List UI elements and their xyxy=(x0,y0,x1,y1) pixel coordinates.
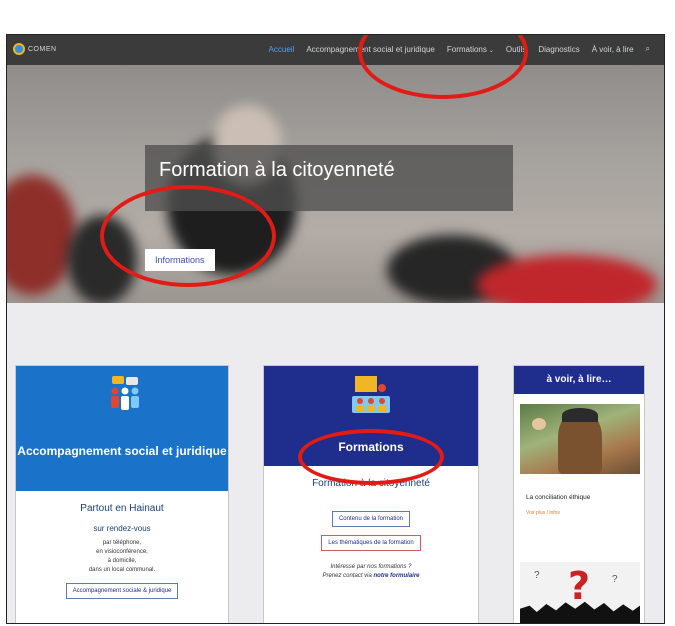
article-title[interactable]: La conciliation éthique xyxy=(526,494,590,501)
card-accompagnement-lead: sur rendez-vous xyxy=(93,524,151,533)
card-accompagnement-header: Accompagnement social et juridique xyxy=(16,366,228,491)
nav-item-a-voir-a-lire[interactable]: À voir, à lire xyxy=(592,45,634,54)
hero-photo-shadow xyxy=(67,215,137,303)
browser-page: COMEN Accueil Accompagnement social et j… xyxy=(6,34,665,624)
hero-caption-box: Formation à la citoyenneté xyxy=(145,145,513,211)
hero-photo-person-left xyxy=(7,175,77,295)
photo-cap xyxy=(562,408,598,422)
card-accompagnement-lines: par téléphone, en visioconférence, à dom… xyxy=(16,539,228,575)
contact-method: en visioconférence, xyxy=(96,549,148,555)
card-accompagnement: Accompagnement social et juridique Parto… xyxy=(15,365,229,623)
article-thumbnail[interactable] xyxy=(520,404,640,474)
logo-text: COMEN xyxy=(28,45,57,53)
card-accompagnement-subtitle: Partout en Hainaut xyxy=(80,503,164,514)
question-mark-icon: ? xyxy=(568,564,591,608)
contact-form-link[interactable]: notre formulaire xyxy=(374,573,420,579)
hero-title: Formation à la citoyenneté xyxy=(159,159,395,181)
nav-item-accueil[interactable]: Accueil xyxy=(269,45,295,54)
card-formations-body: Formation à la citoyenneté Contenu de la… xyxy=(264,466,478,581)
contact-method: à domicile, xyxy=(107,558,137,564)
thematiques-formation-button[interactable]: Les thématiques de la formation xyxy=(321,535,421,551)
article-more-link[interactable]: Voir plus / infos xyxy=(526,510,560,516)
card-accompagnement-body: Partout en Hainaut sur rendez-vous par t… xyxy=(16,491,228,599)
small-question-mark: ? xyxy=(612,574,618,585)
chevron-down-icon: ⌄ xyxy=(488,47,494,54)
hero-informations-button[interactable]: Informations xyxy=(145,249,215,271)
training-icon xyxy=(352,376,390,413)
contact-method: dans un local communal. xyxy=(88,567,156,573)
site-logo[interactable]: COMEN xyxy=(13,43,57,55)
card-formations-subtitle: Formation à la citoyenneté xyxy=(312,478,430,489)
contact-note-question: Intéressé par nos formations ? xyxy=(330,564,412,570)
contenu-formation-button[interactable]: Contenu de la formation xyxy=(331,511,411,527)
formations-contact-note: Intéressé par nos formations ? Prenez co… xyxy=(264,563,478,581)
card-formations: Formations Formation à la citoyenneté Co… xyxy=(263,365,479,623)
nav-item-diagnostics[interactable]: Diagnostics xyxy=(538,45,579,54)
hero-slider: Formation à la citoyenneté Informations xyxy=(7,65,664,303)
card-accompagnement-title: Accompagnement social et juridique xyxy=(17,444,227,458)
nav-item-accompagnement[interactable]: Accompagnement social et juridique xyxy=(306,45,435,54)
nav-item-formations-label: Formations xyxy=(446,44,487,54)
nav-item-outils[interactable]: Outils xyxy=(506,45,526,54)
contact-note-line: Prenez contact via notre formulaire xyxy=(264,572,478,581)
people-chat-icon xyxy=(111,376,139,410)
card-a-voir-a-lire: à voir, à lire… La conciliation éthique … xyxy=(513,365,645,623)
card-formations-header: Formations xyxy=(264,366,478,466)
main-menu: Accueil Accompagnement social et juridiq… xyxy=(269,44,650,54)
contact-note-text: Prenez contact via xyxy=(322,573,374,579)
contact-method: par téléphone, xyxy=(102,540,142,546)
search-icon[interactable]: ⌕ xyxy=(646,44,650,54)
card-a-voir-title: à voir, à lire… xyxy=(546,374,612,385)
small-question-mark: ? xyxy=(534,570,540,581)
question-crowd-image[interactable]: ? ? ? xyxy=(520,562,640,623)
accompagnement-button[interactable]: Accompagnement sociale & juridique xyxy=(65,583,179,599)
top-navigation-bar: COMEN Accueil Accompagnement social et j… xyxy=(7,35,664,65)
card-a-voir-header: à voir, à lire… xyxy=(514,366,644,394)
photo-fist xyxy=(532,418,546,430)
nav-item-formations[interactable]: Formations ⌄ xyxy=(447,45,494,54)
card-formations-title: Formations xyxy=(338,440,404,454)
logo-icon xyxy=(13,43,25,55)
